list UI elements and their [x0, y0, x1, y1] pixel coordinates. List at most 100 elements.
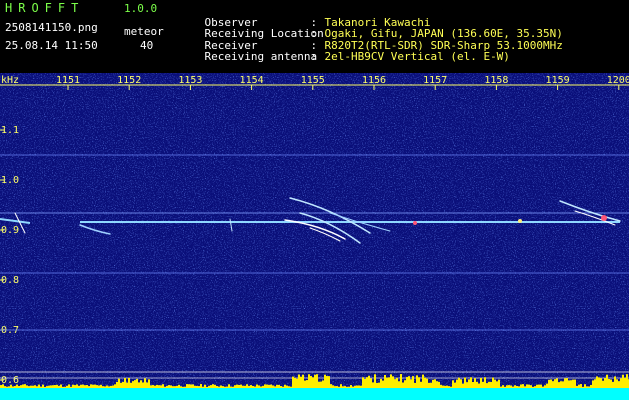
activity-bar: [230, 386, 232, 388]
activity-bar: [172, 386, 174, 388]
activity-bar: [84, 385, 86, 388]
activity-bar: [124, 378, 126, 388]
activity-bar: [352, 386, 354, 388]
baseline-band: [0, 388, 629, 400]
activity-bar: [272, 385, 274, 388]
activity-bar: [228, 384, 230, 388]
activity-bar: [88, 386, 90, 388]
activity-bar: [578, 384, 580, 388]
activity-bar: [310, 376, 312, 388]
activity-bar: [192, 384, 194, 388]
activity-bar: [142, 382, 144, 388]
activity-bar: [94, 384, 96, 388]
time-tick-label: 1151: [56, 75, 80, 86]
activity-bar: [614, 376, 616, 388]
activity-bar: [26, 385, 28, 388]
activity-bar: [304, 380, 306, 388]
activity-bar: [600, 378, 602, 388]
spectrogram: 1151 1152 1153 1154 1155 1156 1157 1158 1159 1200…: [0, 73, 629, 400]
activity-bar: [44, 386, 46, 388]
activity-bar: [262, 385, 264, 388]
hrofft-window: HROFFT 1.0.0 2508141150.png 25.08.14 11:…: [0, 0, 629, 400]
activity-bar: [216, 385, 218, 388]
activity-bar: [50, 385, 52, 388]
activity-bar: [226, 386, 228, 388]
activity-bar: [100, 384, 102, 388]
activity-bar: [28, 386, 30, 388]
activity-bar: [150, 385, 152, 388]
activity-bar: [470, 377, 472, 388]
activity-bar: [546, 383, 548, 388]
activity-bar: [502, 385, 504, 388]
time-tick-label: 1159: [546, 75, 570, 86]
activity-bar: [206, 386, 208, 388]
activity-bar: [594, 379, 596, 388]
activity-bar: [480, 377, 482, 388]
activity-bar: [318, 381, 320, 388]
activity-bar: [46, 386, 48, 388]
activity-bar: [572, 379, 574, 388]
activity-bar: [568, 380, 570, 388]
activity-bar: [258, 385, 260, 388]
activity-bar: [394, 379, 396, 388]
activity-bar: [176, 385, 178, 388]
activity-bar: [448, 386, 450, 388]
time-tick-label: 1200: [607, 75, 629, 86]
activity-bar: [314, 374, 316, 388]
activity-bar: [590, 384, 592, 388]
activity-bar: [324, 374, 326, 388]
timestamp: 25.08.14 11:50: [5, 39, 98, 52]
activity-bar: [332, 385, 334, 388]
activity-bar: [570, 380, 572, 388]
activity-bar: [294, 377, 296, 388]
activity-bar: [434, 379, 436, 388]
activity-bar: [204, 384, 206, 388]
activity-bar: [520, 384, 522, 388]
time-tick-label: 1154: [240, 75, 264, 86]
activity-bar: [170, 385, 172, 388]
info-separator: :: [310, 50, 318, 63]
activity-bar: [60, 384, 62, 388]
activity-bar: [584, 384, 586, 388]
activity-bar: [328, 376, 330, 388]
activity-bar: [336, 386, 338, 388]
time-tick-label: 1153: [178, 75, 202, 86]
activity-bar: [500, 386, 502, 388]
activity-bar: [598, 377, 600, 388]
activity-bar: [510, 385, 512, 388]
mode-count: 40: [140, 39, 154, 52]
activity-bar: [490, 381, 492, 388]
activity-bar: [362, 377, 364, 388]
activity-bar: [532, 386, 534, 388]
activity-bar: [98, 385, 100, 388]
activity-bar: [54, 385, 56, 388]
activity-bar: [450, 386, 452, 388]
activity-bar: [370, 378, 372, 388]
activity-bar: [292, 376, 294, 388]
activity-bar: [454, 382, 456, 388]
activity-bar: [108, 386, 110, 388]
activity-bar: [330, 384, 332, 388]
activity-bar: [586, 386, 588, 388]
activity-bar: [382, 380, 384, 388]
activity-bar: [128, 377, 130, 388]
meteor-head: [601, 215, 607, 221]
activity-bar: [92, 384, 94, 388]
activity-bar: [252, 385, 254, 388]
activity-bar: [446, 385, 448, 388]
activity-bar: [366, 377, 368, 388]
activity-bar: [162, 384, 164, 388]
activity-bar: [156, 384, 158, 388]
activity-bar: [574, 379, 576, 388]
activity-bar: [122, 381, 124, 388]
activity-bar: [208, 385, 210, 388]
activity-bar: [414, 382, 416, 388]
activity-bar: [188, 384, 190, 388]
activity-bar: [418, 377, 420, 388]
activity-bar: [10, 384, 12, 388]
activity-bar: [238, 384, 240, 388]
activity-bar: [504, 386, 506, 388]
activity-bar: [340, 384, 342, 388]
activity-bar: [384, 374, 386, 388]
activity-bar: [288, 386, 290, 388]
